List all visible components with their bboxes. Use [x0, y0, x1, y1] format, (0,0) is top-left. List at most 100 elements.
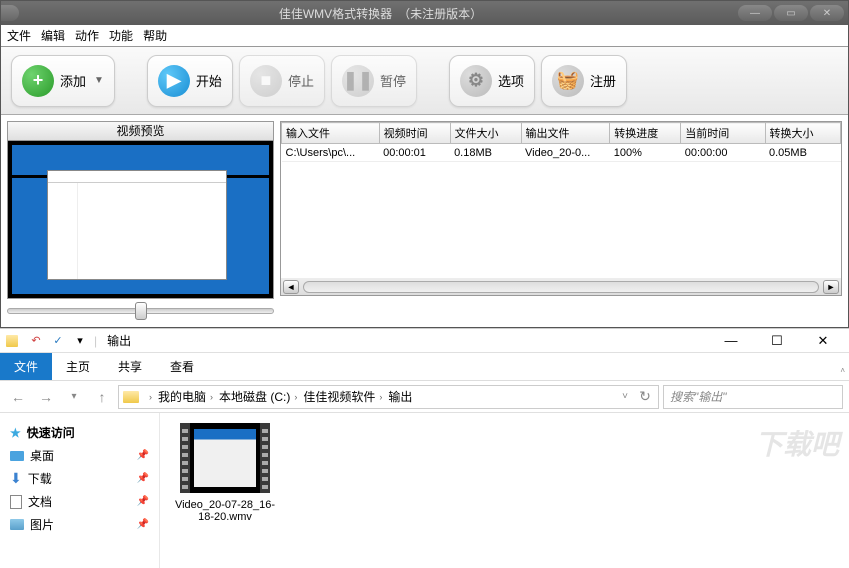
- file-item[interactable]: Video_20-07-28_16-18-20.wmv: [170, 423, 280, 523]
- star-icon: ★: [10, 426, 21, 440]
- breadcrumb-folder1[interactable]: 佳佳视频软件›: [303, 388, 386, 405]
- nav-up-button[interactable]: ↑: [90, 385, 114, 409]
- sidebar-item-downloads[interactable]: ⬇ 下载 📌: [6, 467, 153, 490]
- navigation-pane: ★ 快速访问 桌面 📌 ⬇ 下载 📌 文档 📌 图片 📌: [0, 413, 160, 568]
- qat-undo-icon[interactable]: ↶: [28, 333, 44, 349]
- explorer-body: ★ 快速访问 桌面 📌 ⬇ 下载 📌 文档 📌 图片 📌: [0, 413, 849, 568]
- breadcrumb-drive[interactable]: 本地磁盘 (C:)›: [219, 388, 301, 405]
- explorer-close-button[interactable]: ✕: [803, 330, 843, 352]
- options-button[interactable]: ⚙ 选项: [449, 55, 535, 107]
- address-bar-row: ← → ▾ ↑ › 我的电脑› 本地磁盘 (C:)› 佳佳视频软件› 输出 ˅ …: [0, 381, 849, 413]
- pin-icon: 📌: [137, 496, 149, 507]
- nav-history-button[interactable]: ▾: [62, 385, 86, 409]
- menu-help[interactable]: 帮助: [143, 27, 167, 44]
- horizontal-scrollbar[interactable]: ◄ ►: [280, 278, 842, 296]
- sidebar-item-documents[interactable]: 文档 📌: [6, 490, 153, 513]
- explorer-title: 输出: [107, 332, 131, 349]
- video-preview[interactable]: [7, 141, 274, 299]
- menu-function[interactable]: 功能: [109, 27, 133, 44]
- file-list-pane[interactable]: Video_20-07-28_16-18-20.wmv: [160, 413, 849, 568]
- col-input-file[interactable]: 输入文件: [282, 123, 380, 144]
- menu-edit[interactable]: 编辑: [41, 27, 65, 44]
- breadcrumb-chevron[interactable]: ›: [145, 392, 156, 402]
- sidebar-item-pictures[interactable]: 图片 📌: [6, 513, 153, 536]
- sidebar-item-desktop[interactable]: 桌面 📌: [6, 444, 153, 467]
- content-area: 视频预览: [1, 115, 848, 327]
- play-icon: ▶: [158, 65, 190, 97]
- file-name-label: Video_20-07-28_16-18-20.wmv: [170, 499, 280, 523]
- table-header-row: 输入文件 视频时间 文件大小 输出文件 转换进度 当前时间 转换大小: [282, 123, 841, 144]
- col-output-file[interactable]: 输出文件: [521, 123, 610, 144]
- seek-thumb[interactable]: [135, 302, 147, 320]
- start-button[interactable]: ▶ 开始: [147, 55, 233, 107]
- pause-button[interactable]: ❚❚ 暂停: [331, 55, 417, 107]
- quick-access-toolbar: ↶ ✓ ▾ | 输出 — ☐ ✕: [0, 329, 849, 353]
- explorer-maximize-button[interactable]: ☐: [757, 330, 797, 352]
- tab-file[interactable]: 文件: [0, 353, 52, 380]
- menu-action[interactable]: 动作: [75, 27, 99, 44]
- register-label: 注册: [590, 71, 616, 90]
- register-button[interactable]: 🧺 注册: [541, 55, 627, 107]
- start-label: 开始: [196, 71, 222, 90]
- menu-file[interactable]: 文件: [7, 27, 31, 44]
- seek-slider[interactable]: [7, 301, 274, 321]
- col-current-time[interactable]: 当前时间: [681, 123, 765, 144]
- pause-label: 暂停: [380, 71, 406, 90]
- stop-button[interactable]: ■ 停止: [239, 55, 325, 107]
- address-bar[interactable]: › 我的电脑› 本地磁盘 (C:)› 佳佳视频软件› 输出 ˅ ↻: [118, 385, 659, 409]
- stop-label: 停止: [288, 71, 314, 90]
- options-label: 选项: [498, 71, 524, 90]
- titlebar: 佳佳WMV格式转换器 （未注册版本） — ▭ ✕: [1, 1, 848, 25]
- tab-view[interactable]: 查看: [156, 353, 208, 380]
- add-label: 添加: [60, 71, 86, 90]
- cell-video-time: 00:00:01: [379, 144, 450, 162]
- breadcrumb-folder2[interactable]: 输出: [388, 388, 412, 405]
- explorer-window: ↶ ✓ ▾ | 输出 — ☐ ✕ 文件 主页 共享 查看 ˄ ← → ▾ ↑ ›…: [0, 328, 849, 568]
- cell-current-time: 00:00:00: [681, 144, 765, 162]
- stop-icon: ■: [250, 65, 282, 97]
- col-output-size[interactable]: 转换大小: [765, 123, 841, 144]
- qat-check-icon[interactable]: ✓: [50, 333, 66, 349]
- conversion-table: 输入文件 视频时间 文件大小 输出文件 转换进度 当前时间 转换大小 C:\Us…: [281, 122, 841, 162]
- pause-icon: ❚❚: [342, 65, 374, 97]
- picture-icon: [10, 519, 24, 530]
- minimize-button[interactable]: —: [738, 5, 772, 21]
- tab-home[interactable]: 主页: [52, 353, 104, 380]
- conversion-table-panel: 输入文件 视频时间 文件大小 输出文件 转换进度 当前时间 转换大小 C:\Us…: [280, 121, 842, 321]
- folder-icon: [123, 391, 139, 403]
- add-button[interactable]: + 添加 ▼: [11, 55, 115, 107]
- close-button[interactable]: ✕: [810, 5, 844, 21]
- nav-back-button[interactable]: ←: [6, 385, 30, 409]
- table-row[interactable]: C:\Users\pc\... 00:00:01 0.18MB Video_20…: [282, 144, 841, 162]
- sidebar-quick-access[interactable]: ★ 快速访问: [6, 421, 153, 444]
- scroll-left-button[interactable]: ◄: [283, 280, 299, 294]
- col-video-time[interactable]: 视频时间: [379, 123, 450, 144]
- folder-icon: [6, 333, 22, 349]
- scroll-track[interactable]: [303, 281, 819, 293]
- qat-dropdown-icon[interactable]: ▾: [72, 333, 88, 349]
- search-input[interactable]: 搜索"输出": [663, 385, 843, 409]
- col-file-size[interactable]: 文件大小: [450, 123, 521, 144]
- refresh-icon[interactable]: ↻: [636, 385, 654, 409]
- plus-icon: +: [22, 65, 54, 97]
- ribbon-tabs: 文件 主页 共享 查看 ˄: [0, 353, 849, 381]
- gear-icon: ⚙: [460, 65, 492, 97]
- desktop-icon: [10, 451, 24, 461]
- explorer-minimize-button[interactable]: —: [711, 330, 751, 352]
- preview-panel: 视频预览: [7, 121, 274, 321]
- download-icon: ⬇: [10, 470, 22, 487]
- tab-share[interactable]: 共享: [104, 353, 156, 380]
- cell-input-file: C:\Users\pc\...: [282, 144, 380, 162]
- video-thumbnail: [180, 423, 270, 493]
- cell-file-size: 0.18MB: [450, 144, 521, 162]
- col-progress[interactable]: 转换进度: [610, 123, 681, 144]
- nav-forward-button[interactable]: →: [34, 385, 58, 409]
- ribbon-collapse-icon[interactable]: ˄: [836, 366, 849, 380]
- cell-output-size: 0.05MB: [765, 144, 841, 162]
- converter-app-window: 佳佳WMV格式转换器 （未注册版本） — ▭ ✕ 文件 编辑 动作 功能 帮助 …: [0, 0, 849, 328]
- breadcrumb-pc[interactable]: 我的电脑›: [158, 388, 217, 405]
- scroll-right-button[interactable]: ►: [823, 280, 839, 294]
- maximize-button[interactable]: ▭: [774, 5, 808, 21]
- cell-progress: 100%: [610, 144, 681, 162]
- address-dropdown-icon[interactable]: ˅: [616, 385, 634, 409]
